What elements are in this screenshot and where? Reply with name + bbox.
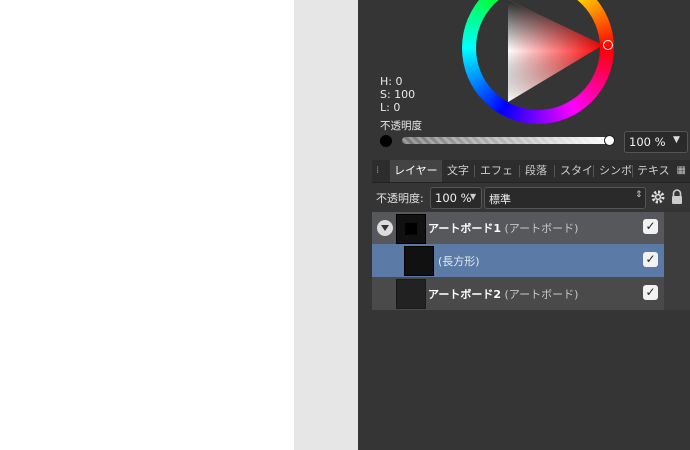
- hue-readout: H: 0: [380, 75, 403, 88]
- tab-styles[interactable]: スタイ: [556, 160, 597, 182]
- saturation-readout: S: 100: [380, 88, 416, 101]
- layer-opacity-label: 不透明度:: [376, 192, 424, 205]
- layer-name: アートボード2: [428, 288, 501, 301]
- drag-grip-icon[interactable]: ⁞: [376, 165, 379, 176]
- canvas-pasteboard[interactable]: [294, 0, 358, 450]
- color-opacity-field[interactable]: 100 % ▼: [624, 131, 688, 153]
- panel-menu-icon[interactable]: ▦: [677, 165, 686, 176]
- layer-row-rectangle[interactable]: (長方形) ✓: [372, 244, 664, 277]
- layer-type: (長方形): [438, 255, 480, 268]
- panel-tab-bar: ⁞ レイヤー 文字 エフェ 段落 スタイ シンボ テキス ▦: [372, 160, 690, 183]
- visibility-checkbox[interactable]: ✓: [643, 252, 658, 267]
- visibility-checkbox[interactable]: ✓: [643, 285, 658, 300]
- lock-icon[interactable]: [670, 189, 684, 205]
- layer-thumbnail: [396, 214, 426, 244]
- tab-paragraph[interactable]: 段落: [521, 160, 551, 182]
- layer-thumbnail: [396, 279, 426, 309]
- tab-separator: [474, 165, 475, 177]
- expand-toggle-icon[interactable]: [377, 220, 393, 236]
- opacity-slider-handle[interactable]: [604, 135, 615, 146]
- layer-type: (アートボード): [504, 222, 579, 235]
- tab-effects[interactable]: エフェ: [476, 160, 517, 182]
- tab-separator: [593, 165, 594, 177]
- blend-mode-value: 標準: [489, 193, 511, 206]
- gear-icon[interactable]: [650, 189, 666, 205]
- blend-mode-select[interactable]: 標準 ⇕: [484, 187, 646, 209]
- layer-type: (アートボード): [504, 288, 579, 301]
- layer-label: アートボード1 (アートボード): [428, 220, 578, 236]
- canvas-artboard-area[interactable]: [0, 0, 294, 450]
- opacity-slider[interactable]: [402, 137, 612, 144]
- layer-thumbnail: [404, 246, 434, 276]
- tab-character[interactable]: 文字: [443, 160, 473, 182]
- layer-opacity-field[interactable]: 100 % ▼: [430, 187, 482, 209]
- layers-scrollbar[interactable]: [664, 212, 690, 310]
- tab-text-styles[interactable]: テキス: [633, 160, 674, 182]
- studio-panel: H: 0 S: 100 L: 0 不透明度 100 % ▼ ⁞ レイヤー 文字 …: [358, 0, 690, 450]
- tab-separator: [519, 165, 520, 177]
- updown-chevron-icon: ⇕: [635, 190, 643, 200]
- layer-opacity-value: 100 %: [435, 191, 472, 205]
- tab-separator: [554, 165, 555, 177]
- layer-label: アートボード2 (アートボード): [428, 286, 578, 302]
- saturation-lightness-triangle[interactable]: [508, 0, 608, 102]
- hue-marker[interactable]: [603, 40, 613, 50]
- layer-row-artboard1[interactable]: アートボード1 (アートボード) ✓: [372, 212, 664, 244]
- layer-row-artboard2[interactable]: アートボード2 (アートボード) ✓: [372, 277, 664, 310]
- visibility-checkbox[interactable]: ✓: [643, 219, 658, 234]
- layer-label: (長方形): [438, 253, 480, 269]
- layer-name: アートボード1: [428, 222, 501, 235]
- tab-symbols[interactable]: シンボ: [595, 160, 636, 182]
- chevron-down-icon[interactable]: ▼: [470, 192, 476, 201]
- chevron-down-icon[interactable]: ▼: [673, 135, 680, 145]
- lightness-readout: L: 0: [380, 101, 401, 114]
- tab-layers[interactable]: レイヤー: [390, 160, 442, 182]
- color-opacity-value: 100 %: [629, 135, 666, 149]
- color-opacity-label: 不透明度: [380, 120, 422, 132]
- current-color-swatch[interactable]: [380, 135, 392, 147]
